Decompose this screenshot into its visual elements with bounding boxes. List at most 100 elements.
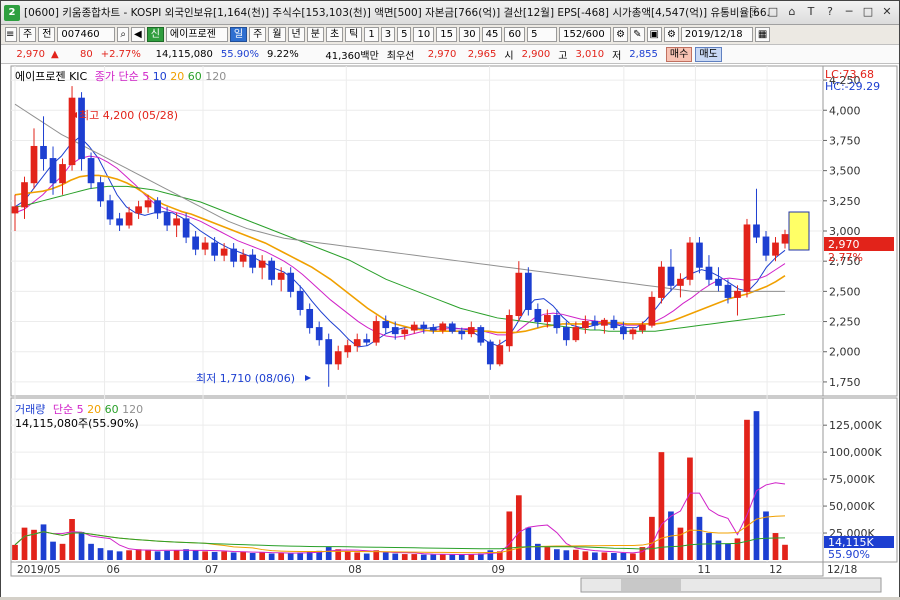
- candle-body: [334, 351, 342, 365]
- candle-body: [505, 315, 513, 347]
- current-price-label: 2,970: [828, 238, 860, 251]
- volume-bar: [164, 550, 170, 560]
- volume-ratio: 55.90%: [220, 48, 259, 60]
- maximize-button[interactable]: □: [860, 4, 876, 20]
- candle-body: [458, 330, 466, 335]
- price-tick-label: 2,500: [829, 285, 861, 298]
- candle-body: [363, 339, 371, 343]
- config-icon[interactable]: ⚙: [663, 27, 679, 42]
- period-year[interactable]: 년: [287, 27, 305, 42]
- title-buttons: ⎘ □ ⌂ T ? ─ □ ✕: [746, 4, 895, 20]
- title-bar[interactable]: 2 [0600] 키움종합차트 - KOSPI 외국인보유[1,164(천)] …: [1, 1, 899, 25]
- candle-body: [734, 290, 741, 298]
- candle-body: [287, 272, 295, 292]
- interval-5[interactable]: 5: [397, 27, 412, 42]
- volume-bar: [506, 511, 513, 560]
- candle-body: [315, 327, 323, 341]
- candle-body: [572, 327, 580, 341]
- credit-badge: 신: [146, 27, 164, 42]
- candle-body: [420, 324, 428, 329]
- calendar-icon[interactable]: ▦: [754, 27, 771, 42]
- open-label: 시: [504, 50, 514, 62]
- settings-icon[interactable]: ⚙: [613, 27, 629, 42]
- open-price: 2,900: [521, 48, 551, 60]
- volume-bar: [97, 548, 104, 560]
- home-icon[interactable]: ⌂: [784, 4, 800, 20]
- save-icon[interactable]: ▣: [646, 27, 662, 42]
- volume-bar: [525, 527, 532, 560]
- text-size-icon[interactable]: T: [803, 4, 819, 20]
- candle-body: [382, 321, 390, 329]
- list-icon[interactable]: ≡: [5, 27, 17, 42]
- search-icon[interactable]: ⌕: [117, 27, 130, 42]
- period-minute[interactable]: 분: [306, 27, 324, 42]
- interval-3[interactable]: 3: [380, 27, 396, 42]
- candle-body: [781, 234, 789, 244]
- interval-30[interactable]: 30: [458, 27, 480, 42]
- low-label: 저: [612, 50, 622, 62]
- market-select[interactable]: 주: [19, 27, 37, 42]
- interval-select[interactable]: 5: [527, 27, 558, 42]
- candle-body: [543, 315, 551, 323]
- price-volume-chart[interactable]: 4,2504,0003,7503,5003,2503,0002,7502,500…: [1, 64, 899, 597]
- chart-area[interactable]: 4,250 4,000 3,750 3,500 3,250 3,000 2,750 2,500…: [1, 64, 899, 597]
- close-button[interactable]: ✕: [879, 4, 895, 20]
- sell-button[interactable]: 매도: [695, 46, 722, 62]
- candle-body: [582, 321, 589, 329]
- volume-tick-label: 75,000K: [829, 473, 875, 486]
- volume-bar: [202, 551, 208, 560]
- ma-120: 120: [205, 70, 227, 83]
- interval-45[interactable]: 45: [481, 27, 503, 42]
- speaker-icon[interactable]: ◀: [131, 27, 145, 42]
- volume-value-text: 14,115,080주(55.90%): [15, 417, 139, 430]
- interval-10[interactable]: 10: [413, 27, 435, 42]
- period-tick[interactable]: 틱: [345, 27, 363, 42]
- volume-bar: [278, 552, 285, 560]
- candle-body: [144, 200, 152, 208]
- interval-15[interactable]: 15: [436, 27, 457, 42]
- toolbar: ≡ 주 전 007460 ⌕ ◀ 신 에이프로젠 일 주 월 년 분 초 틱 1…: [1, 25, 899, 45]
- price-tick-label: 3,000: [829, 225, 861, 238]
- volume-bar: [287, 553, 294, 560]
- help-icon[interactable]: ?: [822, 4, 838, 20]
- buy-button[interactable]: 매수: [665, 46, 693, 62]
- period-second[interactable]: 초: [325, 27, 344, 42]
- period-week[interactable]: 주: [249, 27, 267, 42]
- candle-body: [467, 327, 475, 335]
- volume-bar: [573, 549, 579, 560]
- volume-bar: [50, 541, 56, 560]
- candle-body: [629, 329, 637, 335]
- copy-icon[interactable]: ⎘: [746, 4, 762, 20]
- stock-code-input[interactable]: 007460: [57, 27, 116, 42]
- minimize-button[interactable]: ─: [841, 4, 857, 20]
- scrollbar-thumb[interactable]: [621, 579, 681, 591]
- stock-label: 에이프로젠 KIC: [15, 70, 88, 83]
- x-tick-label: 08: [348, 564, 361, 576]
- volume-tick-label: 50,000K: [829, 500, 875, 513]
- volume-bar: [696, 516, 703, 560]
- period-day[interactable]: 일: [229, 27, 248, 42]
- drawing-icon[interactable]: ✎: [630, 27, 645, 42]
- volume-bar: [620, 552, 627, 560]
- interval-60[interactable]: 60: [504, 27, 526, 42]
- date-input[interactable]: 2019/12/18: [680, 27, 753, 42]
- period-month[interactable]: 월: [268, 27, 286, 42]
- price-tick-label: 1,750: [829, 376, 861, 389]
- x-tick-label: 11: [697, 564, 710, 576]
- prev-button[interactable]: 전: [38, 27, 56, 42]
- x-end-date: 12/18: [827, 564, 857, 576]
- candle-body: [401, 329, 409, 335]
- volume-bar: [706, 533, 712, 560]
- volume-bar: [734, 538, 741, 560]
- price-tick-label: 4,000: [829, 104, 861, 117]
- volume-bar: [107, 550, 113, 560]
- interval-1[interactable]: 1: [364, 27, 379, 42]
- link-window-icon[interactable]: □: [765, 4, 781, 20]
- candle-body: [353, 339, 361, 347]
- volume-bar: [411, 554, 418, 560]
- bar-count-field[interactable]: 152/600: [559, 27, 612, 42]
- volume-bar: [744, 419, 750, 560]
- candle-body: [21, 182, 28, 208]
- candle-body: [743, 224, 751, 292]
- volume-bar: [611, 552, 617, 560]
